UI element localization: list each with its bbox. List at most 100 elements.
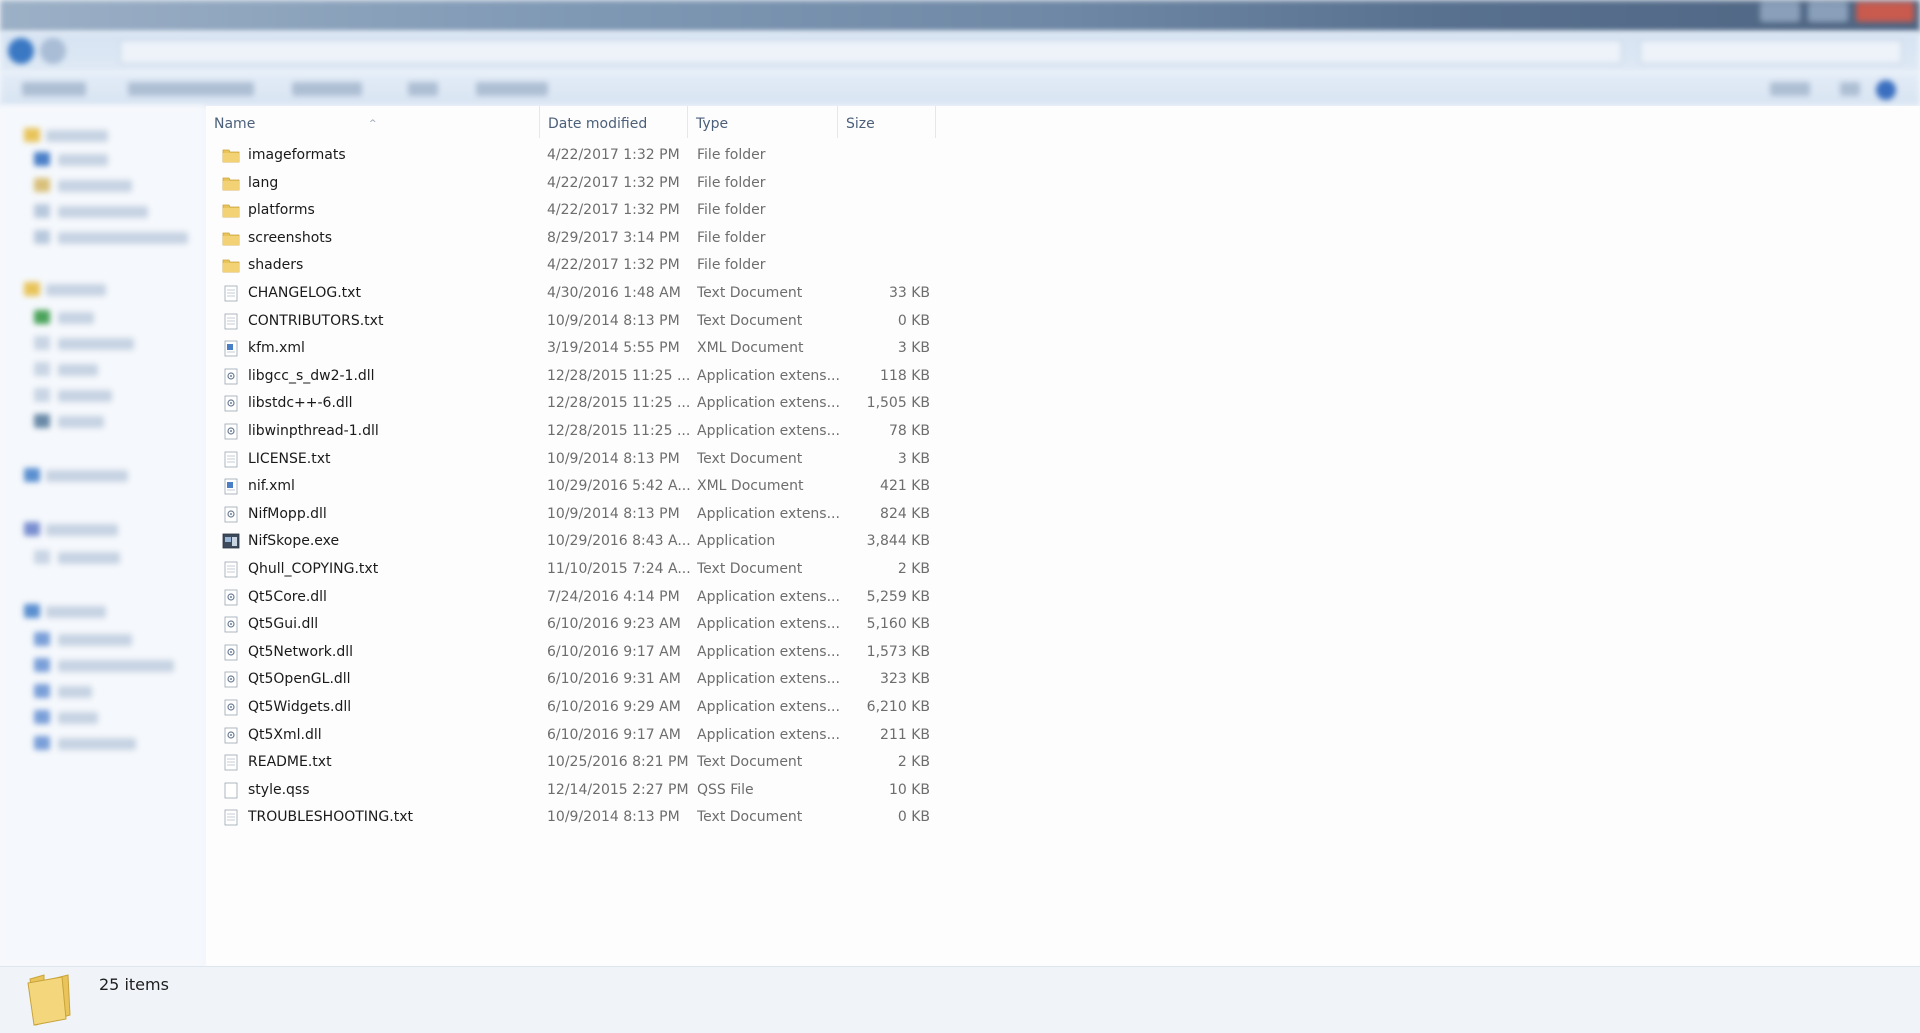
file-row[interactable]: libgcc_s_dw2-1.dll 12/28/2015 11:25 ... Ap… [206,363,946,390]
nav-item-favorites[interactable] [46,130,108,142]
file-row[interactable]: lang 4/22/2017 1:32 PM File folder [206,170,946,197]
file-row[interactable]: CONTRIBUTORS.txt 10/9/2014 8:13 PM Text Do… [206,308,946,335]
nav-item-local-disk[interactable] [58,552,120,564]
nav-item-apps[interactable] [58,312,94,324]
file-row[interactable]: style.qss 12/14/2015 2:27 PM QSS File 10 KB [206,777,946,804]
nav-item-music[interactable] [58,364,98,376]
include-in-library-button[interactable] [128,82,254,96]
file-name: NifSkope.exe [248,533,340,550]
file-row[interactable]: NifMopp.dll 10/9/2014 8:13 PM Application … [206,501,946,528]
nav-item-pictures[interactable] [58,390,112,402]
nav-item-network-5[interactable] [58,738,136,750]
help-icon[interactable] [1876,80,1896,100]
file-row[interactable]: CHANGELOG.txt 4/30/2016 1:48 AM Text Docum… [206,280,946,307]
file-type: Application extens... [697,726,840,743]
preview-pane-button[interactable] [1840,82,1860,96]
new-folder-button[interactable] [476,82,548,96]
file-row[interactable]: libstdc++-6.dll 12/28/2015 11:25 ... Appli… [206,390,946,417]
file-type: Application extens... [697,505,840,522]
search-input[interactable] [1640,40,1902,64]
file-type: Application extens... [697,423,840,439]
xml-file-icon [222,478,240,495]
file-size: 1,505 KB [866,395,930,412]
file-name: Qt5Widgets.dll [248,699,352,715]
nav-item-recent-folder[interactable] [58,232,188,244]
nav-item-documents[interactable] [58,338,134,350]
file-row[interactable]: imageformats 4/22/2017 1:32 PM File folder [206,142,946,169]
file-size: 2 KB [897,561,930,577]
file-row[interactable]: shaders 4/22/2017 1:32 PM File folder [206,252,946,279]
file-row[interactable]: Qt5Network.dll 6/10/2016 9:17 AM Applicati… [206,639,946,666]
file-row[interactable]: NifSkope.exe 10/29/2016 8:43 A... Applicat… [206,528,946,555]
burn-button[interactable] [408,82,438,96]
nav-item-desktop[interactable] [58,154,108,166]
maximize-button[interactable] [1808,2,1848,22]
dll-file-icon [222,671,240,688]
file-row[interactable]: Qt5Xml.dll 6/10/2016 9:17 AM Application e… [206,722,946,749]
file-name: Qt5Gui.dll [248,616,319,633]
file-row[interactable]: README.txt 10/25/2016 8:21 PM Text Documen… [206,749,946,776]
favorites-icon [24,128,40,142]
file-date-modified: 4/30/2016 1:48 AM [547,285,681,301]
share-with-button[interactable] [292,82,362,96]
file-type: Application [697,533,776,550]
file-date-modified: 12/28/2015 11:25 ... [547,395,691,412]
file-name: libgcc_s_dw2-1.dll [248,367,375,384]
view-options-button[interactable] [1770,82,1810,96]
back-button[interactable] [8,38,34,64]
file-name: NifMopp.dll [248,505,327,522]
nav-item-downloads[interactable] [58,180,132,192]
file-size: 118 KB [880,367,930,384]
navigation-pane [0,106,206,966]
file-size: 33 KB [888,285,930,301]
text-file-icon [222,313,240,330]
file-row[interactable]: Qt5Widgets.dll 6/10/2016 9:29 AM Applicati… [206,694,946,721]
file-row[interactable]: Qhull_COPYING.txt 11/10/2015 7:24 A... Tex… [206,556,946,583]
network-computer-icon [34,736,50,750]
forward-button[interactable] [40,38,66,64]
file-row[interactable]: Qt5OpenGL.dll 6/10/2016 9:31 AM Applicatio… [206,666,946,693]
file-size: 323 KB [880,671,930,688]
nav-item-recent-places[interactable] [58,206,148,218]
file-row[interactable]: screenshots 8/29/2017 3:14 PM File folder [206,225,946,252]
file-row[interactable]: nif.xml 10/29/2016 5:42 A... XML Document 4… [206,473,946,500]
nav-item-network[interactable] [46,606,106,618]
drive-icon [34,550,50,564]
column-header-size[interactable]: Size [838,106,936,138]
organize-button[interactable] [22,82,86,96]
address-input[interactable] [120,40,1622,64]
nav-item-homegroup[interactable] [46,470,128,482]
file-row[interactable]: platforms 4/22/2017 1:32 PM File folder [206,197,946,224]
column-header-type[interactable]: Type [688,106,838,138]
close-button[interactable] [1856,2,1914,22]
command-bar [0,72,1920,106]
network-computer-icon [34,710,50,724]
file-type: Application extens... [697,616,840,633]
nav-item-computer[interactable] [46,524,118,536]
file-row[interactable]: Qt5Gui.dll 6/10/2016 9:23 AM Application e… [206,611,946,638]
libraries-icon [24,282,40,296]
file-size: 0 KB [897,809,930,826]
column-header-name[interactable]: Name ^ [206,106,540,138]
column-header-date[interactable]: Date modified [540,106,688,138]
minimize-button[interactable] [1760,2,1800,22]
dll-file-icon [222,395,240,412]
text-file-icon [222,809,240,826]
nav-item-network-1[interactable] [58,634,132,646]
nav-item-libraries[interactable] [46,284,106,296]
file-name: screenshots [248,229,333,246]
file-row[interactable]: kfm.xml 3/19/2014 5:55 PM XML Document 3 KB [206,335,946,362]
file-row[interactable]: TROUBLESHOOTING.txt 10/9/2014 8:13 PM Text… [206,804,946,831]
nav-item-network-2[interactable] [58,660,174,672]
file-row[interactable]: libwinpthread-1.dll 12/28/2015 11:25 ... A… [206,418,946,445]
folder-icon [34,230,50,244]
file-type: Text Document [697,754,803,771]
file-size: 3,844 KB [866,533,930,550]
file-row[interactable]: LICENSE.txt 10/9/2014 8:13 PM Text Documen… [206,446,946,473]
file-date-modified: 10/29/2016 8:43 A... [547,533,691,550]
nav-item-videos[interactable] [58,416,104,428]
file-name: style.qss [248,781,310,798]
nav-item-network-4[interactable] [58,712,98,724]
nav-item-network-3[interactable] [58,686,92,698]
file-row[interactable]: Qt5Core.dll 7/24/2016 4:14 PM Application … [206,584,946,611]
